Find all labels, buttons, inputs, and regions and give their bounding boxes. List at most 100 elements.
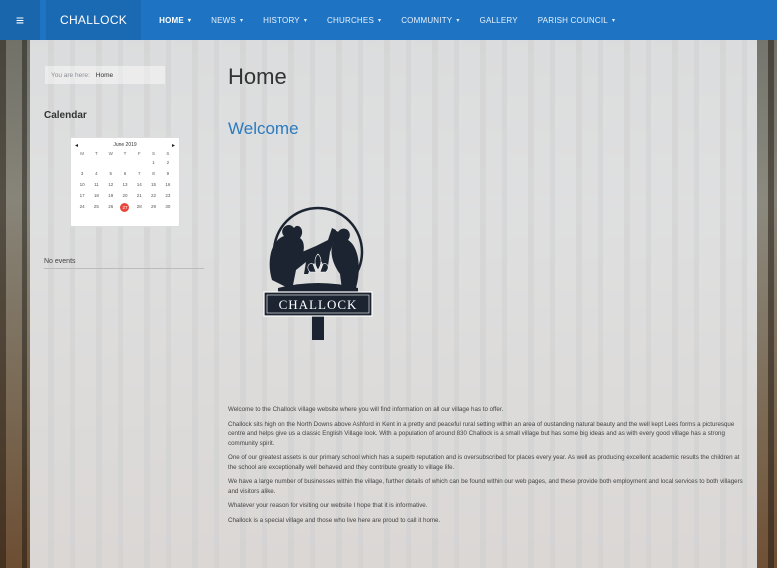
calendar-cell[interactable]: 22 xyxy=(146,192,160,200)
calendar-cell[interactable]: 11 xyxy=(89,181,103,189)
calendar-cell[interactable]: 12 xyxy=(104,181,118,189)
calendar-weekday: T xyxy=(95,151,98,156)
calendar-day[interactable]: 16 xyxy=(161,181,175,189)
calendar-heading: Calendar xyxy=(44,110,87,121)
calendar-cell[interactable]: 23 xyxy=(161,192,175,200)
main-content: Welcome to the Challock village website … xyxy=(228,405,748,530)
calendar-day[interactable]: 5 xyxy=(104,170,118,178)
calendar-cell[interactable]: 27 xyxy=(118,203,132,212)
calendar-day xyxy=(75,159,89,167)
calendar-cell[interactable]: 14 xyxy=(132,181,146,189)
nav-item-community[interactable]: COMMUNITY ▾ xyxy=(391,0,469,40)
calendar-weekday: M xyxy=(80,151,85,156)
calendar-day[interactable]: 17 xyxy=(75,192,89,200)
calendar-cell[interactable]: 15 xyxy=(146,181,160,189)
content-paragraph: Challock is a special village and those … xyxy=(228,516,441,524)
calendar-day[interactable]: 28 xyxy=(132,203,146,211)
nav-item-home[interactable]: HOME ▾ xyxy=(149,0,201,40)
calendar-day[interactable]: 11 xyxy=(89,181,103,189)
calendar-cell[interactable]: 24 xyxy=(75,203,89,212)
logo-tree-right xyxy=(331,228,359,290)
nav-item-gallery[interactable]: GALLERY xyxy=(470,0,528,40)
calendar-day[interactable]: 29 xyxy=(146,203,160,211)
calendar-cell[interactable]: 28 xyxy=(132,203,146,212)
calendar-cell[interactable]: 2 xyxy=(161,159,175,167)
site-brand[interactable]: CHALLOCK xyxy=(46,0,142,40)
calendar-day[interactable]: 22 xyxy=(146,192,160,200)
nav-item-label: NEWS xyxy=(211,15,236,25)
calendar-day[interactable]: 19 xyxy=(104,192,118,200)
calendar-day[interactable]: 4 xyxy=(89,170,103,178)
calendar-cell[interactable]: 25 xyxy=(89,203,103,212)
calendar-day[interactable]: 13 xyxy=(118,181,132,189)
calendar-day[interactable]: 20 xyxy=(118,192,132,200)
chevron-left-icon[interactable]: ◂ xyxy=(75,142,78,149)
calendar-day[interactable]: 2 xyxy=(161,159,175,167)
calendar-day[interactable]: 6 xyxy=(118,170,132,178)
calendar-day[interactable]: 24 xyxy=(75,203,89,211)
nav-item-label: GALLERY xyxy=(479,15,518,25)
calendar-day[interactable]: 14 xyxy=(132,181,146,189)
calendar-day[interactable]: 1 xyxy=(146,159,160,167)
calendar-cell[interactable]: 13 xyxy=(118,181,132,189)
calendar-day xyxy=(132,159,146,167)
calendar-cell[interactable]: 20 xyxy=(118,192,132,200)
nav-menu: HOME ▾ NEWS ▾ HISTORY ▾ CHURCHES ▾ COMMU… xyxy=(149,0,625,40)
calendar-weekday: S xyxy=(152,151,156,156)
nav-item-history[interactable]: HISTORY ▾ xyxy=(253,0,317,40)
calendar-day[interactable]: 21 xyxy=(132,192,146,200)
hamburger-icon[interactable]: ≡ xyxy=(0,0,40,40)
nav-item-parish-council[interactable]: PARISH COUNCIL ▾ xyxy=(528,0,625,40)
calendar-cell[interactable]: 26 xyxy=(104,203,118,212)
chevron-down-icon: ▾ xyxy=(187,17,192,24)
calendar-cell[interactable]: 29 xyxy=(146,203,160,212)
calendar-day[interactable]: 26 xyxy=(104,203,118,211)
calendar-day[interactable]: 9 xyxy=(161,170,175,178)
calendar-cell xyxy=(89,159,103,167)
calendar-cell[interactable]: 10 xyxy=(75,181,89,189)
calendar-cell[interactable]: 5 xyxy=(104,170,118,178)
calendar-cell[interactable]: 17 xyxy=(75,192,89,200)
calendar-day[interactable]: 3 xyxy=(75,170,89,178)
calendar-day[interactable]: 23 xyxy=(161,192,175,200)
calendar-cell[interactable]: 1 xyxy=(146,159,160,167)
chevron-right-icon[interactable]: ▸ xyxy=(172,142,175,149)
breadcrumb-current: Home xyxy=(95,71,114,79)
calendar-day[interactable]: 25 xyxy=(89,203,103,211)
calendar-day[interactable]: 15 xyxy=(146,181,160,189)
nav-item-label: COMMUNITY xyxy=(401,15,453,25)
calendar-widget: ◂ June 2019 ▸ M T W T F S S 1 2 3 4 5 6 7 8 9 10 11 12 13 14… xyxy=(70,137,180,227)
calendar-header: ◂ June 2019 ▸ xyxy=(75,141,175,149)
calendar-day[interactable]: 10 xyxy=(75,181,89,189)
calendar-day[interactable]: 7 xyxy=(132,170,146,178)
logo-text: CHALLOCK xyxy=(279,297,358,312)
chevron-down-icon: ▾ xyxy=(303,17,308,24)
calendar-day[interactable]: 8 xyxy=(146,170,160,178)
calendar-cell[interactable]: 6 xyxy=(118,170,132,178)
calendar-cell[interactable]: 19 xyxy=(104,192,118,200)
calendar-cell[interactable]: 16 xyxy=(161,181,175,189)
calendar-cell[interactable]: 30 xyxy=(161,203,175,212)
calendar-day xyxy=(118,159,132,167)
calendar-cell[interactable]: 7 xyxy=(132,170,146,178)
nav-item-news[interactable]: NEWS ▾ xyxy=(201,0,253,40)
calendar-cell[interactable]: 21 xyxy=(132,192,146,200)
calendar-day-today[interactable]: 27 xyxy=(120,203,130,212)
welcome-heading: Welcome xyxy=(228,119,299,138)
nav-item-label: CHURCHES xyxy=(327,15,374,25)
calendar-day[interactable]: 30 xyxy=(161,203,175,211)
calendar-weekday: W xyxy=(108,151,113,156)
calendar-cell[interactable]: 18 xyxy=(89,192,103,200)
calendar-weekday: S xyxy=(166,151,170,156)
calendar-cell[interactable]: 8 xyxy=(146,170,160,178)
content-paragraph: Whatever your reason for visiting our we… xyxy=(228,502,428,509)
calendar-cell xyxy=(104,159,118,167)
calendar-day[interactable]: 12 xyxy=(104,181,118,189)
calendar-day[interactable]: 18 xyxy=(89,192,103,200)
nav-item-churches[interactable]: CHURCHES ▾ xyxy=(317,0,391,40)
calendar-cell[interactable]: 9 xyxy=(161,170,175,178)
logo-post xyxy=(312,315,324,340)
calendar-cell[interactable]: 4 xyxy=(89,170,103,178)
calendar-cell[interactable]: 3 xyxy=(75,170,89,178)
chevron-down-icon: ▾ xyxy=(611,17,616,24)
